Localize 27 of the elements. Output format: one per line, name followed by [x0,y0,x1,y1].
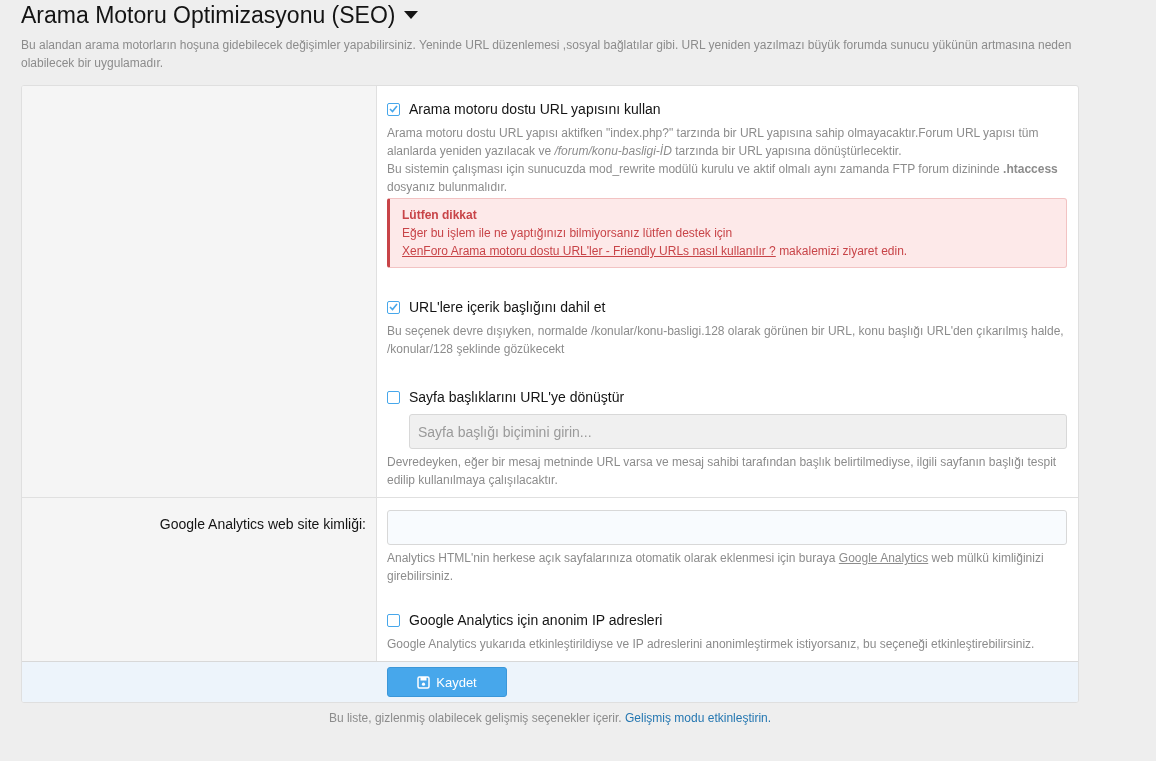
hint-text: Analytics HTML'nin herkese açık sayfalarınıza otomatik olarak eklenmesi için buraya Google Analytics web mülkü kimliğinizi girebilirsiniz. [387,550,1045,585]
hint-text: Bu sistemin çalışması için sunucuzda mod_rewrite modülü kurulu ve aktif olmalı aynı zamanda FTP forum dizininde .htaccess dosyanız bulunmalıdır. [387,161,1059,196]
hint-text: Bu seçenek devre dışıyken, normalde /konular/konu-basligi.128 olarak görünen bir URL, konu başlığı URL'den çıkarılmış halde, /konular/128 şeklinde gözükecekt [387,323,1065,358]
save-icon [417,675,431,689]
option-label: Sayfa başlıklarını URL'ye dönüştür [409,389,625,405]
page-title: Arama Motoru Optimizasyonu (SEO) [21,1,396,29]
checkbox[interactable] [387,390,400,404]
option-label: Arama motoru dostu URL yapısını kullan [409,101,661,117]
analytics-link[interactable]: Google Analytics [838,551,929,565]
option-label: Google Analytics için anonim IP adresleri [409,612,663,628]
field-label: Google Analytics web site kimliği: [159,516,366,532]
alert-title: Lütfen dikkat [402,207,478,224]
checkbox[interactable] [387,102,400,116]
input-field[interactable] [387,510,1067,545]
alert-text: Eğer bu işlem ile ne yaptığınızı bilmiyorsanız lütfen destek için XenForo Arama motoru dostu URL'ler - Friendly URLs nasıl kullanılır ? makalemizi ziyaret edin. [402,225,909,260]
hint-text: Devredeyken, eğer bir mesaj metninde URL varsa ve mesaj sahibi tarafından başlık belirtilmediyse, ilgili sayfanın başlığı tespit edilip kullanılmaya çalışılacaktır. [387,454,1058,489]
footer-note: Bu liste, gizlenmiş olabilecek gelişmiş seçenekler içerir. Gelişmiş modu etkinleştirin. [327,711,773,725]
page-description: Bu alandan arama motorların hoşuna gidebilecek değişimler yapabilirsiniz. Yeninde URL düzenlemesi ,sosyal bağlatılar gibi. URL yeniden yazılmazı büyük forumda sunucu yükünün artmasına neden olabilecek bir uygulamadır. [21,37,1073,72]
article-link[interactable]: XenForo Arama motoru dostu URL'ler - Friendly URLs nasıl kullanılır ? [402,244,776,258]
advanced-mode-link[interactable]: Gelişmiş modu etkinleştirin. [625,711,772,725]
hint-text: Arama motoru dostu URL yapısı aktifken "index.php?" tarzında bir URL yapısına sahip olmayacaktır.Forum URL yapısı tüm alanlarda yeniden yazılacak ve /forum/konu-basligi-İD tarzında bir URL yapısına dönüştürlecektir. [387,125,1040,160]
caret-icon[interactable] [403,10,418,20]
save-button[interactable]: Kaydet [387,667,507,697]
option-label: URL'lere içerik başlığını dahil et [409,299,606,315]
checkbox[interactable] [387,613,400,627]
hint-text: Google Analytics yukarıda etkinleştirildiyse ve IP adreslerini anonimleştirmek istiyorsanız, bu seçeneği etkinleştirebilirsiniz. [387,636,1036,653]
checkbox[interactable] [387,300,400,314]
